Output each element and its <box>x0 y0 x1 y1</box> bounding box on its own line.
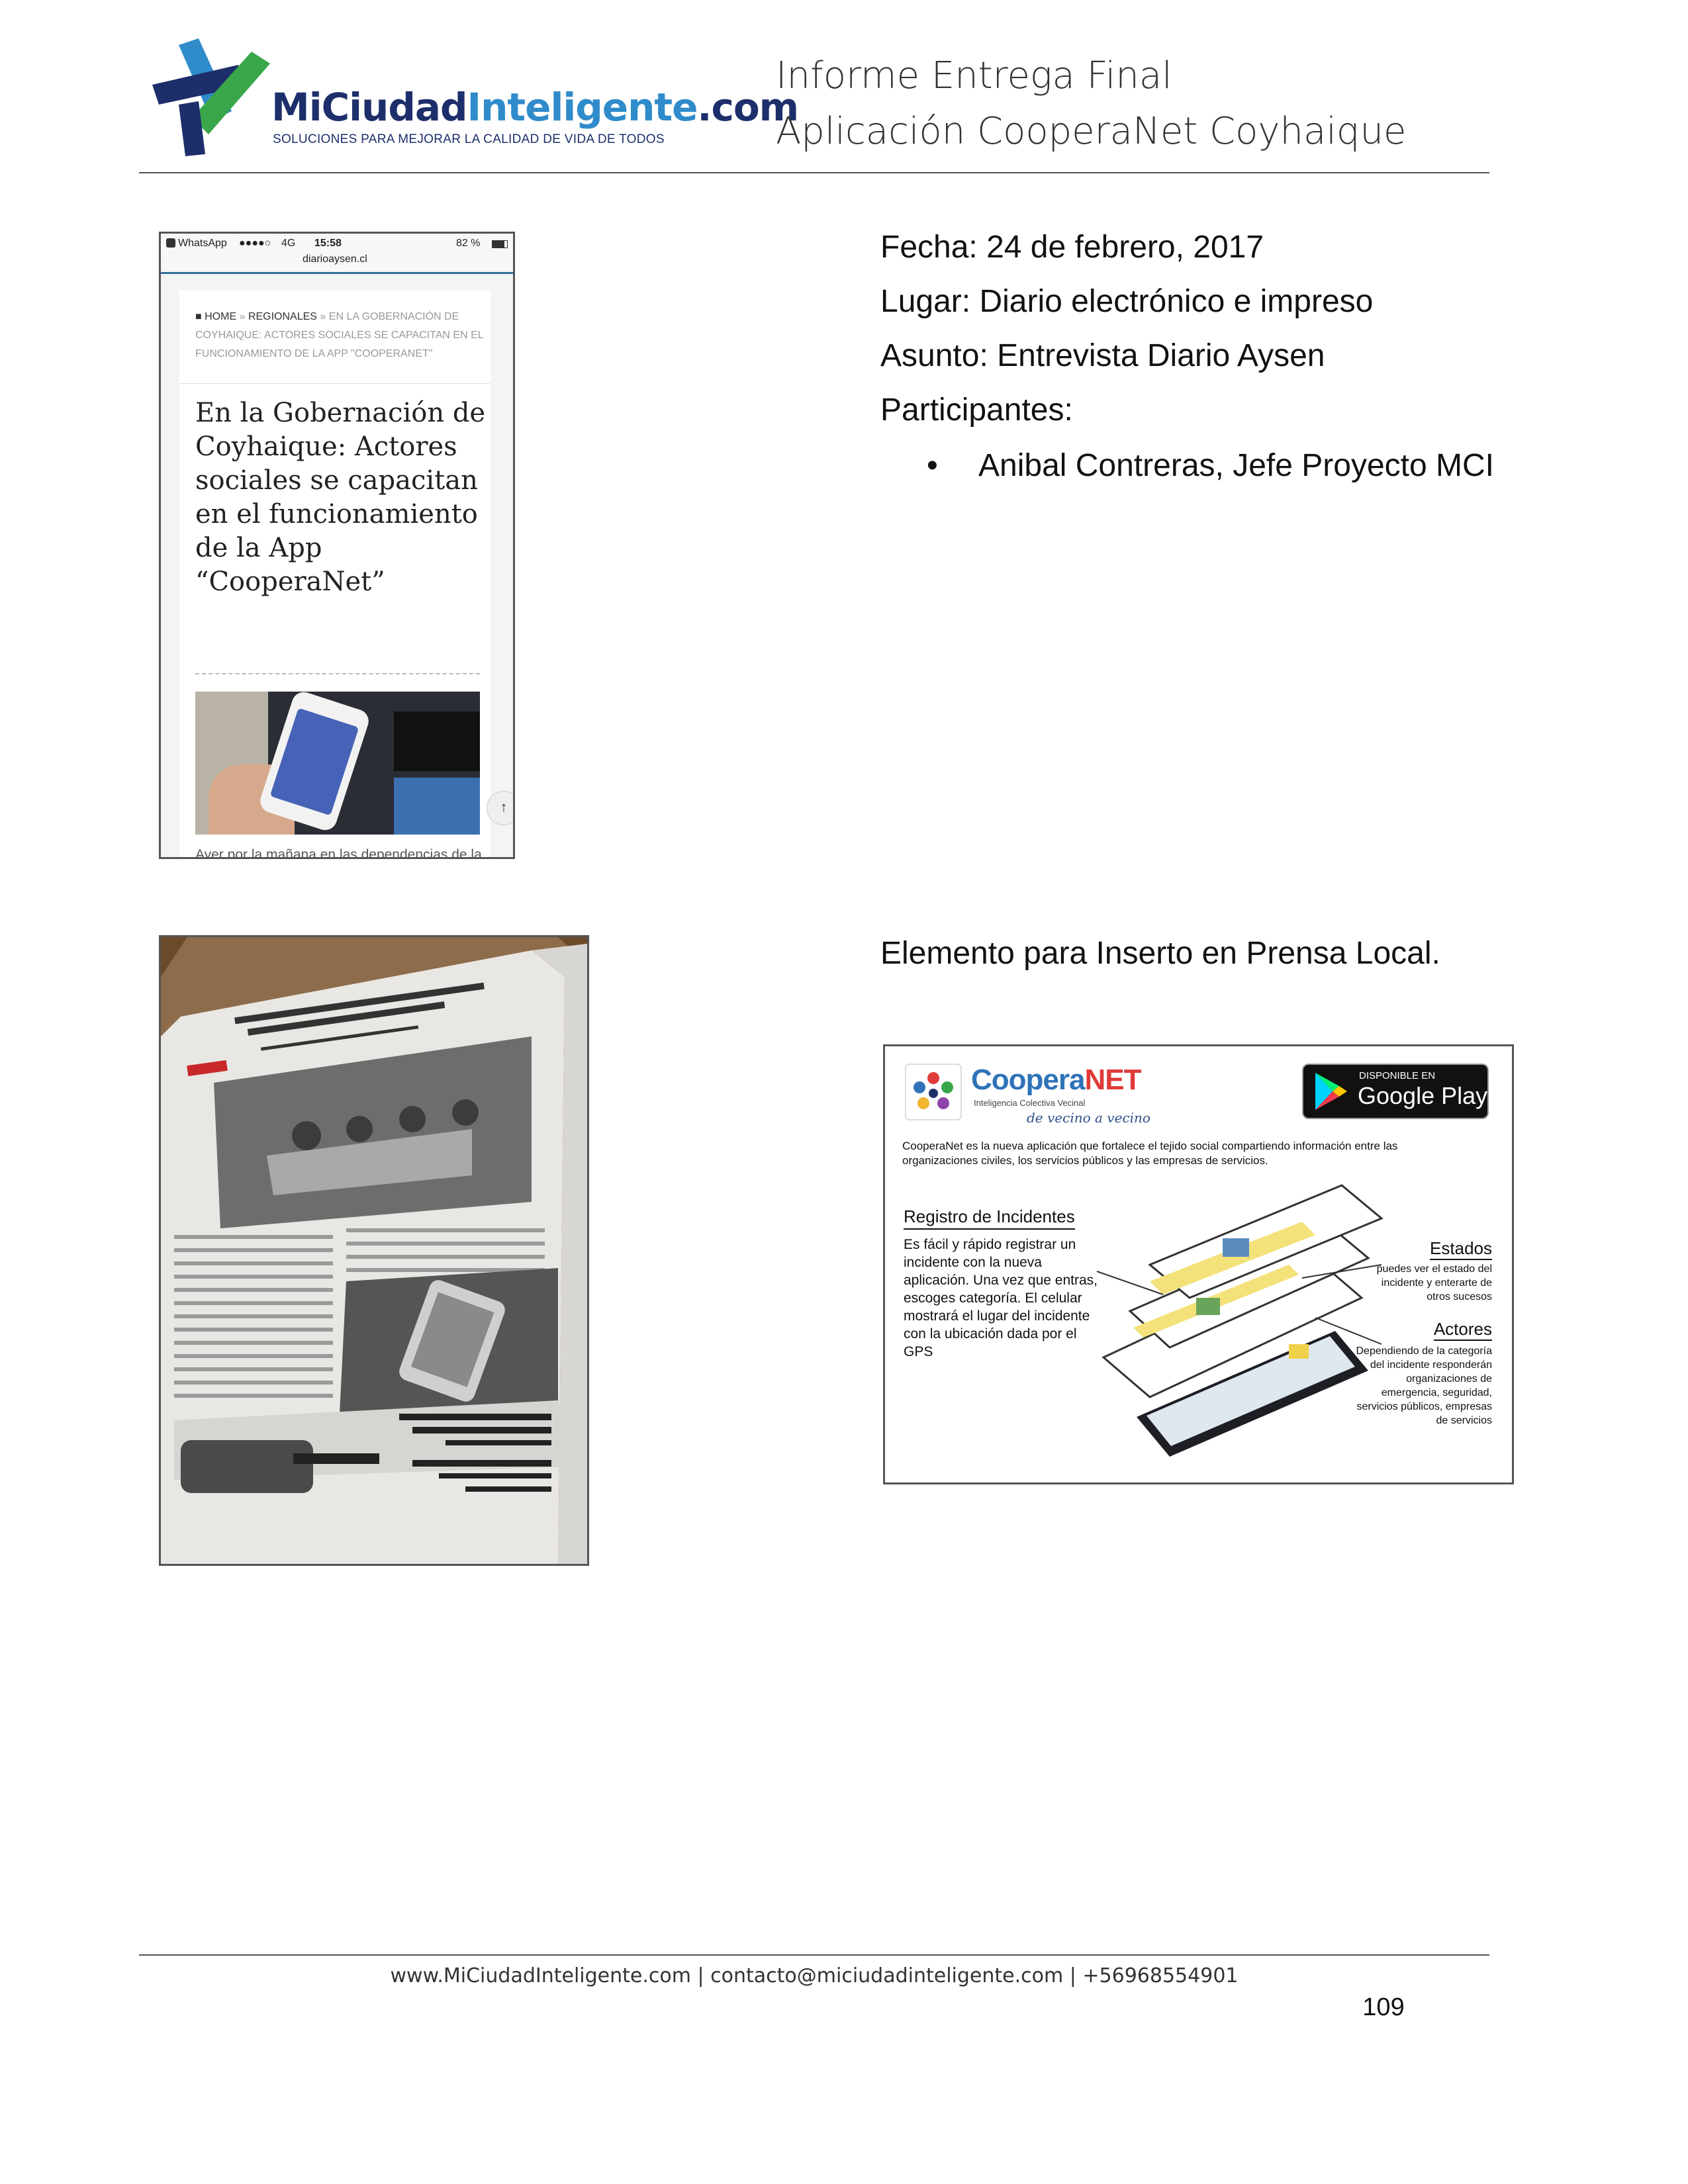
actores-text: Dependiendo de la categoría del incident… <box>1356 1345 1493 1426</box>
logo-wordmark: MiCiudadInteligente.com <box>271 85 799 130</box>
clock: 15:58 <box>314 238 342 249</box>
meeting-place: Lugar: Diario electrónico e impreso <box>880 284 1374 319</box>
actores-heading: Actores <box>1433 1319 1492 1341</box>
headline-divider <box>195 673 480 674</box>
battery-icon <box>492 240 508 248</box>
report-subtitle: Aplicación CooperaNet Coyhaique <box>776 110 1407 153</box>
battery-label: 82 % <box>456 238 481 249</box>
breadcrumb-divider <box>179 383 491 384</box>
bullet-icon: • <box>927 448 938 483</box>
store-name: Google Play <box>1358 1082 1488 1109</box>
store-small-label: DISPONIBLE EN <box>1359 1070 1436 1081</box>
breadcrumb-separator: » <box>320 311 326 322</box>
breadcrumb-home: HOME <box>205 311 237 322</box>
breadcrumb-current: EN LA GOBERNACIÓN DE COYHAIQUE: ACTORES … <box>195 311 484 359</box>
newspaper-print-illustration <box>161 937 587 1564</box>
app-description: CooperaNet es la nueva aplicación que fo… <box>902 1140 1398 1167</box>
breadcrumb: ■ HOME » REGIONALES » EN LA GOBERNACIÓN … <box>195 308 487 363</box>
report-title: Informe Entrega Final <box>776 54 1172 97</box>
newspaper-photo <box>159 935 589 1566</box>
footer-contact: www.MiCiudadInteligente.com | contacto@m… <box>390 1964 1239 1987</box>
insert-caption: Elemento para Inserto en Prensa Local. <box>880 936 1440 971</box>
signal-indicator: ●●●●○ <box>239 238 271 249</box>
play-store-icon <box>1315 1073 1347 1110</box>
back-icon <box>166 238 175 248</box>
article-photo <box>195 692 480 835</box>
phone-status-bar: WhatsApp ●●●●○ 4G 15:58 82 % diarioaysen… <box>161 234 513 274</box>
participants-label: Participantes: <box>880 392 1073 428</box>
cooperanet-press-insert: CooperaNET Inteligencia Colectiva Vecina… <box>883 1044 1514 1484</box>
header-divider <box>139 172 1489 173</box>
brand-subtitle: Inteligencia Colectiva Vecinal <box>974 1098 1086 1108</box>
cooperanet-logo-icon <box>905 1064 962 1120</box>
article-excerpt: Ayer por la mañana en las dependencias d… <box>195 847 482 859</box>
breadcrumb-separator: » <box>239 311 246 322</box>
cooperanet-wordmark: CooperaNET <box>971 1064 1141 1096</box>
participant-item: Anibal Contreras, Jefe Proyecto MCI <box>978 448 1494 483</box>
article-headline: En la Gobernación de Coyhaique: Actores … <box>195 398 486 597</box>
meeting-date: Fecha: 24 de febrero, 2017 <box>880 230 1264 265</box>
footer-divider <box>139 1954 1489 1956</box>
network-indicator: 4G <box>281 238 296 249</box>
meeting-subject: Asunto: Entrevista Diario Aysen <box>880 338 1325 373</box>
back-app-label: WhatsApp <box>166 238 227 250</box>
logo-mark-icon <box>152 38 270 156</box>
google-play-badge: DISPONIBLE EN Google Play <box>1302 1064 1489 1119</box>
company-logo: MiCiudadInteligente.com SOLUCIONES PARA … <box>152 38 799 158</box>
brand-slogan: de vecino a vecino <box>1027 1110 1150 1126</box>
url-bar: diarioaysen.cl <box>303 253 367 265</box>
scroll-top-button[interactable]: ↑ <box>487 791 513 825</box>
logo-tagline: SOLUCIONES PARA MEJORAR LA CALIDAD DE VI… <box>273 132 665 146</box>
home-icon: ■ <box>195 311 202 322</box>
article-card: ■ HOME » REGIONALES » EN LA GOBERNACIÓN … <box>179 291 513 859</box>
app-screens-illustration <box>1096 1184 1383 1457</box>
estados-heading: Estados <box>1430 1238 1492 1260</box>
news-phone-screenshot: WhatsApp ●●●●○ 4G 15:58 82 % diarioaysen… <box>159 232 515 859</box>
page-number: 109 <box>1362 1993 1405 2021</box>
breadcrumb-section: REGIONALES <box>248 311 317 322</box>
estados-text: puedes ver el estado del incidente y ent… <box>1376 1263 1492 1302</box>
